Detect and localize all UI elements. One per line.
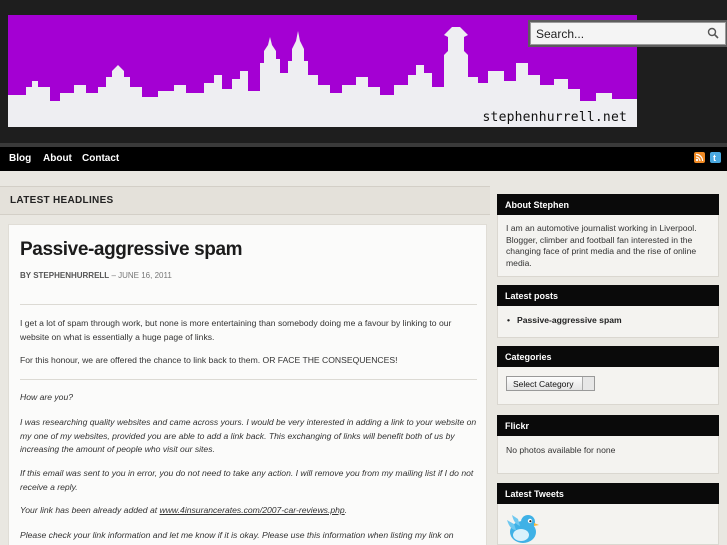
rss-icon[interactable] — [694, 152, 705, 163]
post-paragraph: I get a lot of spam through work, but no… — [20, 318, 452, 342]
post-paragraph: For this honour, we are offered the chan… — [20, 355, 398, 365]
widget-title-flickr: Flickr — [497, 415, 719, 436]
spam-link[interactable]: www.4insurancerates.com/2007-car-reviews… — [160, 505, 345, 515]
post-author[interactable]: BY STEPHENHURRELL — [20, 271, 109, 280]
quote-paragraph: Your link has been already added at www.… — [20, 504, 480, 518]
widget-title-categories: Categories — [497, 346, 719, 367]
flickr-text: No photos available for none — [506, 445, 616, 455]
chevron-down-icon — [582, 377, 594, 390]
quote-paragraph: I was researching quality websites and c… — [20, 417, 477, 454]
nav-item-blog[interactable]: Blog — [9, 153, 31, 164]
widget-title-tweets: Latest Tweets — [497, 483, 719, 504]
post-divider — [20, 304, 477, 305]
twitter-icon[interactable]: t — [710, 152, 721, 163]
about-text: I am an automotive journalist working in… — [506, 223, 697, 268]
main-nav: Blog About Contact — [0, 147, 727, 171]
widget-latest-posts: Passive-aggressive spam — [497, 306, 719, 338]
post-title[interactable]: Passive-aggressive spam — [20, 239, 243, 261]
latest-posts-list: Passive-aggressive spam — [498, 306, 718, 325]
post-divider — [20, 379, 477, 380]
nav-item-about[interactable]: About — [43, 153, 72, 164]
category-select[interactable]: Select Category — [506, 376, 595, 391]
nav-item-contact[interactable]: Contact — [82, 153, 119, 164]
quote-paragraph: If this email was sent to you in error, … — [20, 468, 474, 492]
svg-text:t: t — [713, 153, 716, 163]
latest-headlines-bar: LATEST HEADLINES — [0, 186, 490, 215]
widget-categories: Select Category — [497, 367, 719, 405]
widget-title-about: About Stephen — [497, 194, 719, 215]
latest-post-link[interactable]: Passive-aggressive spam — [517, 315, 710, 325]
post-card: Passive-aggressive spam BY STEPHENHURREL… — [8, 224, 487, 545]
site-domain[interactable]: stephenhurrell.net — [483, 110, 627, 125]
section-title: LATEST HEADLINES — [10, 195, 114, 206]
post-date: – JUNE 16, 2011 — [111, 271, 172, 280]
post-meta: BY STEPHENHURRELL – JUNE 16, 2011 — [20, 271, 172, 280]
category-select-value: Select Category — [513, 379, 574, 389]
link-line-suffix: . — [344, 505, 348, 515]
search-input[interactable] — [531, 23, 701, 44]
twitter-bird-icon — [507, 515, 539, 543]
search-icon[interactable] — [706, 26, 721, 41]
quote-paragraph: Please check your link information and l… — [20, 530, 454, 540]
search-box — [530, 22, 726, 45]
quote-paragraph: How are you? — [20, 392, 74, 402]
widget-title-latest-posts: Latest posts — [497, 285, 719, 306]
link-line-prefix: Your link has been already added at — [20, 505, 160, 515]
widget-flickr: No photos available for none — [497, 436, 719, 474]
site-header: stephenhurrell.net — [0, 0, 727, 146]
widget-tweets — [497, 504, 719, 545]
widget-about: I am an automotive journalist working in… — [497, 215, 719, 277]
